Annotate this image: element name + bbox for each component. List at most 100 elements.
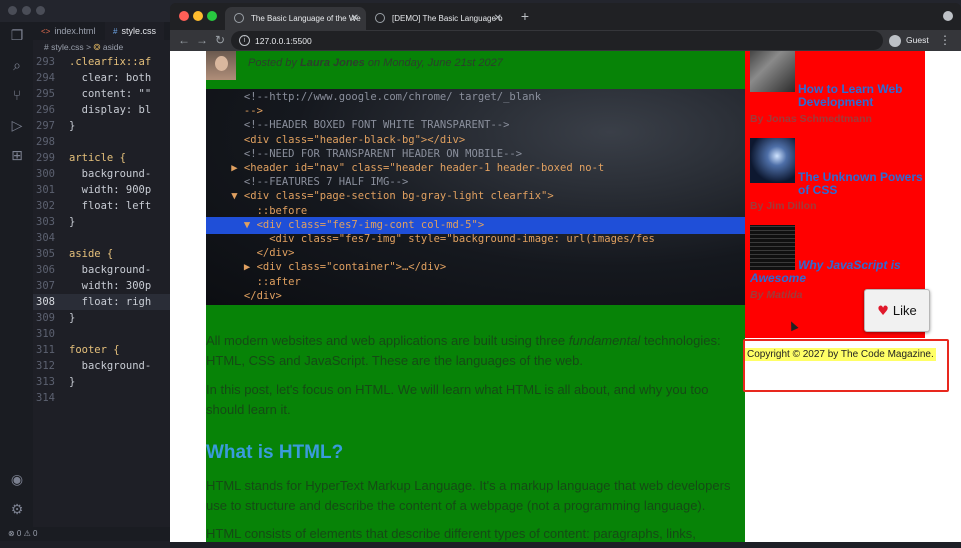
- post-date: Monday, June 21st 2027: [383, 57, 503, 69]
- post-author: By Jonas Schmedtmann: [750, 113, 872, 125]
- browser-tab-active[interactable]: The Basic Language of the We ✕: [225, 7, 366, 30]
- line-number: 306: [36, 264, 55, 276]
- code-line[interactable]: 305 aside {: [33, 246, 173, 262]
- css-file-icon: #: [113, 27, 118, 36]
- code-line[interactable]: 300 background-: [33, 166, 173, 182]
- watermark: Udemy: [921, 526, 953, 537]
- account-icon[interactable]: ◉: [9, 472, 25, 488]
- source-control-icon[interactable]: ⑂: [9, 88, 25, 104]
- code-editor[interactable]: 293 .clearfix::af294 clear: both 295 conte…: [33, 54, 173, 414]
- forward-arrow-icon[interactable]: →: [194, 32, 210, 48]
- breadcrumb-file[interactable]: # style.css: [44, 42, 84, 52]
- code-line[interactable]: 295 content: "": [33, 86, 173, 102]
- code-line[interactable]: 302 float: left: [33, 198, 173, 214]
- maximize-window-button[interactable]: [207, 11, 217, 21]
- url-input[interactable]: [255, 31, 855, 50]
- code-line[interactable]: 312 background-: [33, 358, 173, 374]
- run-debug-icon[interactable]: ▷: [9, 118, 25, 134]
- minimize-window-button[interactable]: [193, 11, 203, 21]
- breadcrumb-symbol[interactable]: aside: [103, 42, 123, 52]
- author-name: Laura Jones: [299, 57, 365, 69]
- section-heading: What is HTML?: [206, 442, 344, 463]
- site-info-icon[interactable]: i: [239, 35, 250, 46]
- window-menu-icon[interactable]: [943, 11, 953, 21]
- tab-index-html[interactable]: <> index.html: [33, 22, 103, 40]
- tab-label: style.css: [121, 26, 156, 36]
- paragraph-elements: HTML consists of elements that describe …: [206, 526, 696, 541]
- code-line[interactable]: 307 width: 300p: [33, 278, 173, 294]
- close-window-button[interactable]: [179, 11, 189, 21]
- post-title-line[interactable]: How to Learn Web Development: [798, 83, 923, 109]
- html-file-icon: <>: [41, 27, 51, 36]
- line-number: 298: [36, 136, 55, 148]
- line-number: 312: [36, 360, 55, 372]
- code-line[interactable]: 309}: [33, 310, 173, 326]
- code-text: width: 900p: [69, 184, 152, 196]
- post-author: By Jim Dillon: [750, 200, 817, 212]
- code-line[interactable]: 310: [33, 326, 173, 342]
- page-viewport[interactable]: Posted by Laura Jones on Monday, June 21…: [170, 51, 961, 542]
- code-line[interactable]: 313}: [33, 374, 173, 390]
- browser-toolbar: ← → ↻ i Guest ⋮: [170, 30, 961, 51]
- close-tab-icon[interactable]: ✕: [351, 7, 359, 30]
- code-line[interactable]: 311 footer {: [33, 342, 173, 358]
- paragraph-definition: HTML stands for HyperText Markup Languag…: [206, 478, 731, 513]
- status-bar: ⊗ 0 ⚠ 0: [0, 527, 173, 541]
- byline-prefix: Posted by: [248, 57, 300, 69]
- minimize-dot[interactable]: [22, 6, 31, 15]
- address-bar[interactable]: i: [231, 31, 883, 50]
- emphasis: fundamental: [568, 333, 641, 348]
- tab-title: [DEMO] The Basic Language o: [392, 14, 503, 23]
- code-text: background-: [69, 360, 152, 372]
- more-menu-icon[interactable]: ⋮: [939, 33, 951, 47]
- paragraph-intro: All modern websites and web applications…: [206, 331, 742, 371]
- post-thumbnail[interactable]: [750, 138, 795, 183]
- browser-tab[interactable]: [DEMO] The Basic Language o ✕: [366, 7, 509, 30]
- code-text: content: "": [69, 88, 152, 100]
- extensions-icon[interactable]: ⊞: [9, 148, 25, 164]
- code-line[interactable]: 301 width: 900p: [33, 182, 173, 198]
- post-title-line[interactable]: Why JavaScript is Awesome: [750, 259, 920, 285]
- reload-icon[interactable]: ↻: [212, 32, 228, 48]
- browser-tab-strip: The Basic Language of the We ✕ [DEMO] Th…: [170, 3, 961, 30]
- line-number: 304: [36, 232, 55, 244]
- zoom-dot[interactable]: [36, 6, 45, 15]
- post-title-line[interactable]: The Unknown Powers of CSS: [798, 171, 923, 197]
- problems-count[interactable]: ⊗ 0 ⚠ 0: [8, 529, 37, 538]
- code-line[interactable]: 296 display: bl: [33, 102, 173, 118]
- search-icon[interactable]: ⌕: [9, 58, 25, 74]
- hero-image: <!--http://www.google.com/chrome/ target…: [206, 89, 745, 305]
- code-line[interactable]: 299 article {: [33, 150, 173, 166]
- author-face: [215, 56, 228, 71]
- code-text: .clearfix::af: [69, 56, 152, 68]
- like-button[interactable]: ♥ Like: [864, 289, 930, 332]
- explorer-icon[interactable]: ❐: [9, 28, 25, 44]
- code-line[interactable]: 293 .clearfix::af: [33, 54, 173, 70]
- code-line[interactable]: 308 float: righ: [33, 294, 173, 310]
- post-thumbnail[interactable]: [750, 51, 795, 92]
- related-post-2[interactable]: The Unknown Powers of CSS By Jim Dillon: [750, 138, 923, 218]
- profile-button[interactable]: Guest: [889, 32, 929, 48]
- byline-middle: on: [364, 57, 384, 69]
- code-line[interactable]: 304: [33, 230, 173, 246]
- code-line[interactable]: 294 clear: both: [33, 70, 173, 86]
- related-post-1[interactable]: How to Learn Web Development By Jonas Sc…: [750, 51, 920, 131]
- close-dot[interactable]: [8, 6, 17, 15]
- close-tab-icon[interactable]: ✕: [494, 7, 502, 30]
- code-line[interactable]: 303}: [33, 214, 173, 230]
- back-arrow-icon[interactable]: ←: [176, 32, 192, 48]
- profile-label: Guest: [906, 35, 929, 45]
- new-tab-button[interactable]: +: [518, 9, 532, 23]
- tab-style-css[interactable]: # style.css: [105, 22, 164, 40]
- line-number: 297: [36, 120, 55, 132]
- code-line[interactable]: 298: [33, 134, 173, 150]
- code-text: background-: [69, 168, 152, 180]
- post-byline: Posted by Laura Jones on Monday, June 21…: [248, 57, 503, 69]
- paragraph-focus: In this post, let's focus on HTML. We wi…: [206, 382, 709, 417]
- code-line[interactable]: 297}: [33, 118, 173, 134]
- line-number: 309: [36, 312, 55, 324]
- gear-icon[interactable]: ⚙: [9, 502, 25, 518]
- code-line[interactable]: 314: [33, 390, 173, 406]
- code-line[interactable]: 306 background-: [33, 262, 173, 278]
- line-number: 293: [36, 56, 55, 68]
